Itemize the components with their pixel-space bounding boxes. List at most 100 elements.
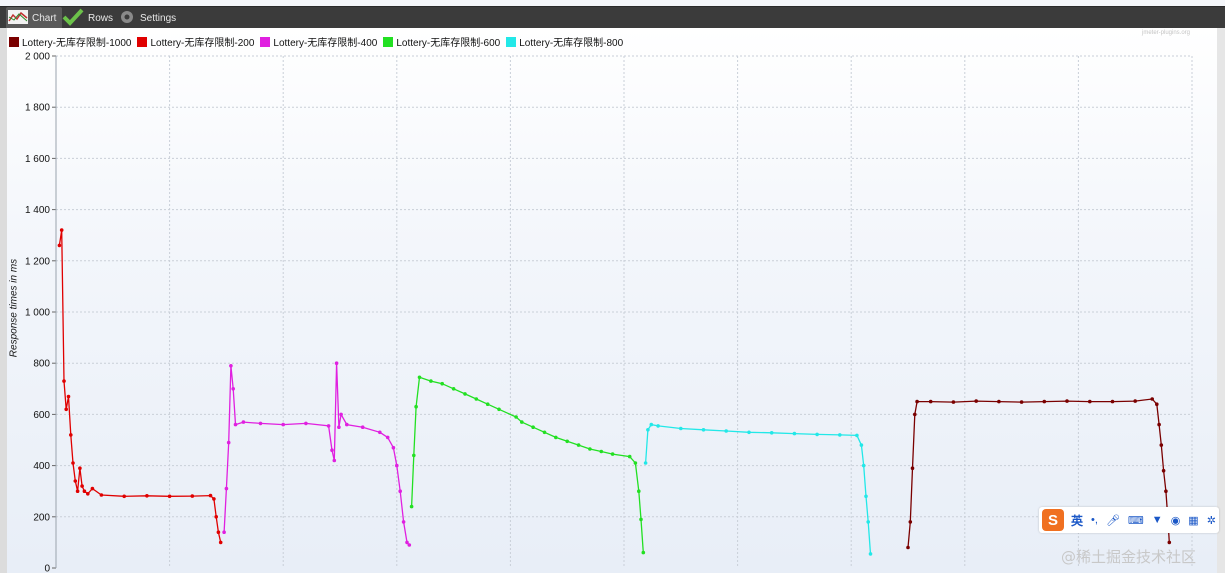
data-point	[395, 463, 399, 468]
data-point	[542, 430, 547, 435]
data-point	[216, 530, 221, 534]
data-point	[649, 422, 654, 427]
data-point	[910, 466, 915, 471]
data-point	[861, 463, 866, 468]
ime-toolbar[interactable]: S 英 •, 🎤︎ ⌨ ▼ ◉ ▦ ✲	[1039, 507, 1219, 533]
data-point	[407, 543, 412, 547]
data-point	[167, 494, 172, 499]
data-point	[208, 493, 213, 498]
data-point	[815, 432, 819, 437]
data-point	[401, 520, 406, 524]
data-point	[64, 407, 68, 412]
data-point	[1133, 399, 1137, 403]
data-point	[66, 394, 71, 399]
data-point	[1167, 540, 1172, 545]
data-point	[1157, 422, 1161, 427]
data-point	[222, 530, 226, 534]
data-point	[1150, 397, 1154, 401]
data-point	[1042, 399, 1047, 404]
gamepad-icon[interactable]: ◉	[1171, 514, 1181, 527]
data-point	[409, 504, 414, 509]
data-point	[451, 387, 456, 391]
series-line	[410, 376, 644, 553]
data-point	[724, 429, 728, 433]
data-point	[80, 484, 84, 488]
data-point	[639, 517, 643, 522]
data-point	[859, 443, 864, 447]
y-tick-label: 1 400	[25, 205, 50, 216]
data-point	[679, 426, 683, 431]
data-point	[1088, 399, 1092, 404]
data-point	[385, 435, 390, 440]
y-tick-label: 400	[33, 461, 50, 472]
data-point	[231, 387, 235, 391]
data-point	[337, 425, 341, 430]
y-tick-label: 0	[44, 564, 50, 573]
ime-language-label[interactable]: 英	[1071, 512, 1083, 529]
response-time-chart: 0 200 400 600 800 1 000 1 200 1 400 1 600 1 800 2 …	[25, 52, 1193, 573]
grid-icon[interactable]: ▦	[1188, 514, 1198, 527]
y-axis-label: Response times in ms	[8, 258, 20, 358]
gear-icon[interactable]: ✲	[1207, 514, 1216, 527]
data-point	[398, 489, 403, 494]
ime-logo[interactable]: S	[1042, 509, 1064, 531]
data-point	[145, 494, 149, 498]
data-point	[345, 422, 349, 427]
data-point	[520, 420, 524, 424]
data-point	[360, 425, 365, 430]
data-point	[214, 515, 218, 519]
data-point	[417, 375, 422, 380]
data-point	[224, 486, 229, 491]
data-point	[281, 422, 286, 427]
data-point	[1019, 400, 1024, 404]
data-point	[656, 424, 660, 428]
data-point	[429, 379, 433, 383]
data-point	[378, 430, 382, 435]
data-point	[59, 228, 64, 232]
data-point	[1164, 489, 1168, 494]
data-point	[915, 399, 919, 404]
data-point	[474, 397, 479, 401]
data-point	[412, 453, 416, 458]
punctuation-icon[interactable]: •,	[1091, 514, 1098, 526]
y-tick-label: 1 800	[25, 103, 50, 114]
data-point	[633, 461, 638, 465]
data-point	[866, 520, 870, 524]
data-point	[218, 540, 223, 545]
keyboard-icon[interactable]: ⌨	[1128, 514, 1144, 527]
data-point	[576, 443, 581, 447]
data-point	[86, 492, 90, 496]
data-point	[1161, 468, 1166, 473]
series-line	[58, 230, 222, 543]
microphone-icon[interactable]: 🎤︎	[1106, 514, 1120, 527]
data-point	[1159, 443, 1164, 447]
data-point	[531, 425, 535, 430]
data-point	[226, 440, 231, 445]
y-tick-label: 200	[33, 512, 50, 523]
data-point	[610, 452, 615, 456]
y-tick-label: 1 000	[25, 308, 50, 319]
data-point	[1155, 402, 1159, 407]
y-tick-label: 1 200	[25, 256, 50, 267]
data-point	[928, 399, 933, 404]
shirt-icon[interactable]: ▼	[1152, 514, 1163, 526]
data-point	[332, 458, 337, 463]
data-point	[233, 422, 238, 427]
data-point	[1110, 399, 1115, 404]
data-point	[190, 494, 195, 498]
data-point	[643, 461, 648, 465]
series-line	[223, 363, 410, 546]
data-point	[641, 550, 646, 555]
data-point	[769, 431, 774, 435]
data-point	[792, 431, 797, 436]
data-point	[565, 439, 569, 444]
data-point	[122, 494, 126, 499]
data-point	[868, 552, 873, 556]
data-point	[326, 424, 331, 428]
data-point	[637, 489, 641, 494]
data-point	[974, 399, 978, 403]
data-point	[485, 402, 490, 407]
y-tick-label: 800	[33, 359, 50, 370]
data-point	[588, 447, 592, 451]
data-point	[864, 494, 868, 499]
